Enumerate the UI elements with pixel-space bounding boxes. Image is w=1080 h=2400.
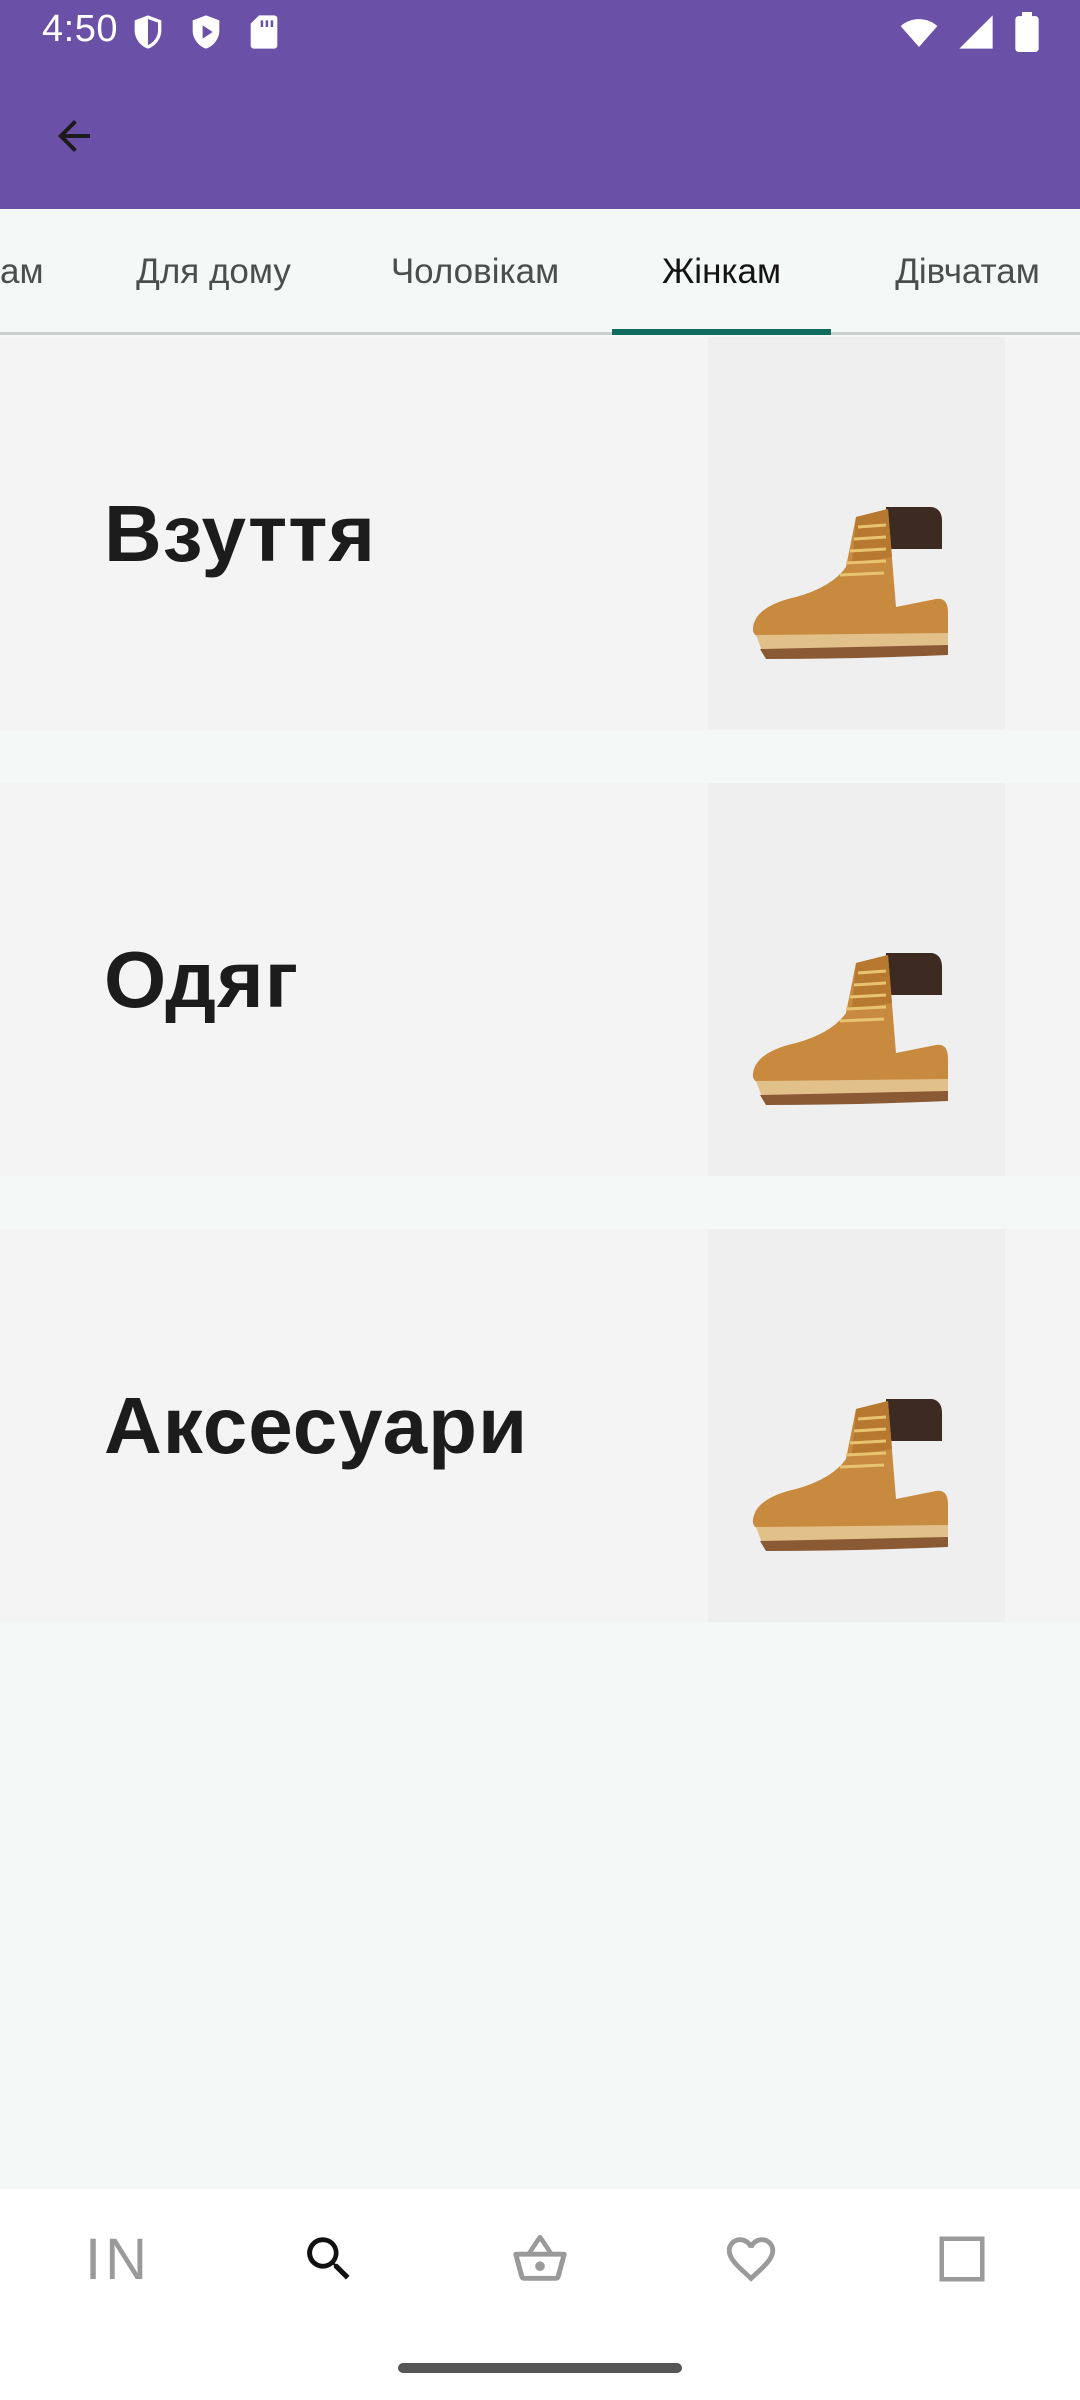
category-tabs: ам Для дому Чоловікам Жінкам Дівчатам: [0, 209, 1080, 335]
tab-men[interactable]: Чоловікам: [360, 209, 590, 335]
logo: IN: [85, 2226, 151, 2292]
nav-home-logo[interactable]: IN: [68, 2189, 168, 2329]
square-icon: [939, 2236, 985, 2282]
wifi-icon: [898, 12, 938, 52]
battery-icon: [1014, 12, 1040, 53]
status-icons-left: [128, 12, 284, 52]
category-footwear[interactable]: Взуття: [0, 337, 1080, 730]
category-clothing[interactable]: Одяг: [0, 783, 1080, 1176]
back-button[interactable]: [44, 106, 104, 166]
tab-label: Для дому: [136, 252, 291, 291]
tab-label: ам: [0, 252, 44, 291]
arrow-left-icon: [58, 120, 90, 152]
shield-icon: [128, 12, 168, 52]
boot-image: [708, 337, 1005, 730]
home-indicator[interactable]: [398, 2363, 682, 2373]
status-bar: 4:50: [0, 0, 1080, 64]
boot-image: [708, 1229, 1005, 1622]
boot-image: [708, 783, 1005, 1176]
tab-label: Чоловікам: [390, 252, 560, 291]
app-bar: 4:50: [0, 0, 1080, 209]
signal-icon: [956, 12, 996, 52]
tab-indicator: [612, 329, 831, 335]
tab-women[interactable]: Жінкам: [612, 209, 831, 335]
status-icons-right: [898, 12, 1040, 53]
tab-label: Дівчатам: [895, 252, 1040, 291]
category-label: Одяг: [104, 934, 300, 1024]
tab-for-home[interactable]: Для дому: [96, 209, 331, 335]
category-label: Взуття: [104, 488, 377, 578]
category-accessories[interactable]: Аксесуари: [0, 1229, 1080, 1622]
sd-card-icon: [244, 12, 284, 52]
search-icon: [307, 2237, 350, 2280]
nav-cart[interactable]: [490, 2189, 590, 2329]
tab-girls[interactable]: Дівчатам: [855, 209, 1080, 335]
nav-profile[interactable]: [912, 2189, 1012, 2329]
tab-partial[interactable]: ам: [0, 209, 50, 335]
category-label: Аксесуари: [104, 1380, 529, 1470]
nav-search[interactable]: [279, 2189, 379, 2329]
nav-favorites[interactable]: [701, 2189, 801, 2329]
status-time: 4:50: [42, 8, 118, 50]
play-shield-icon: [186, 12, 226, 52]
basket-icon: [513, 2234, 567, 2281]
tab-label: Жінкам: [661, 252, 782, 291]
heart-icon: [726, 2237, 776, 2282]
